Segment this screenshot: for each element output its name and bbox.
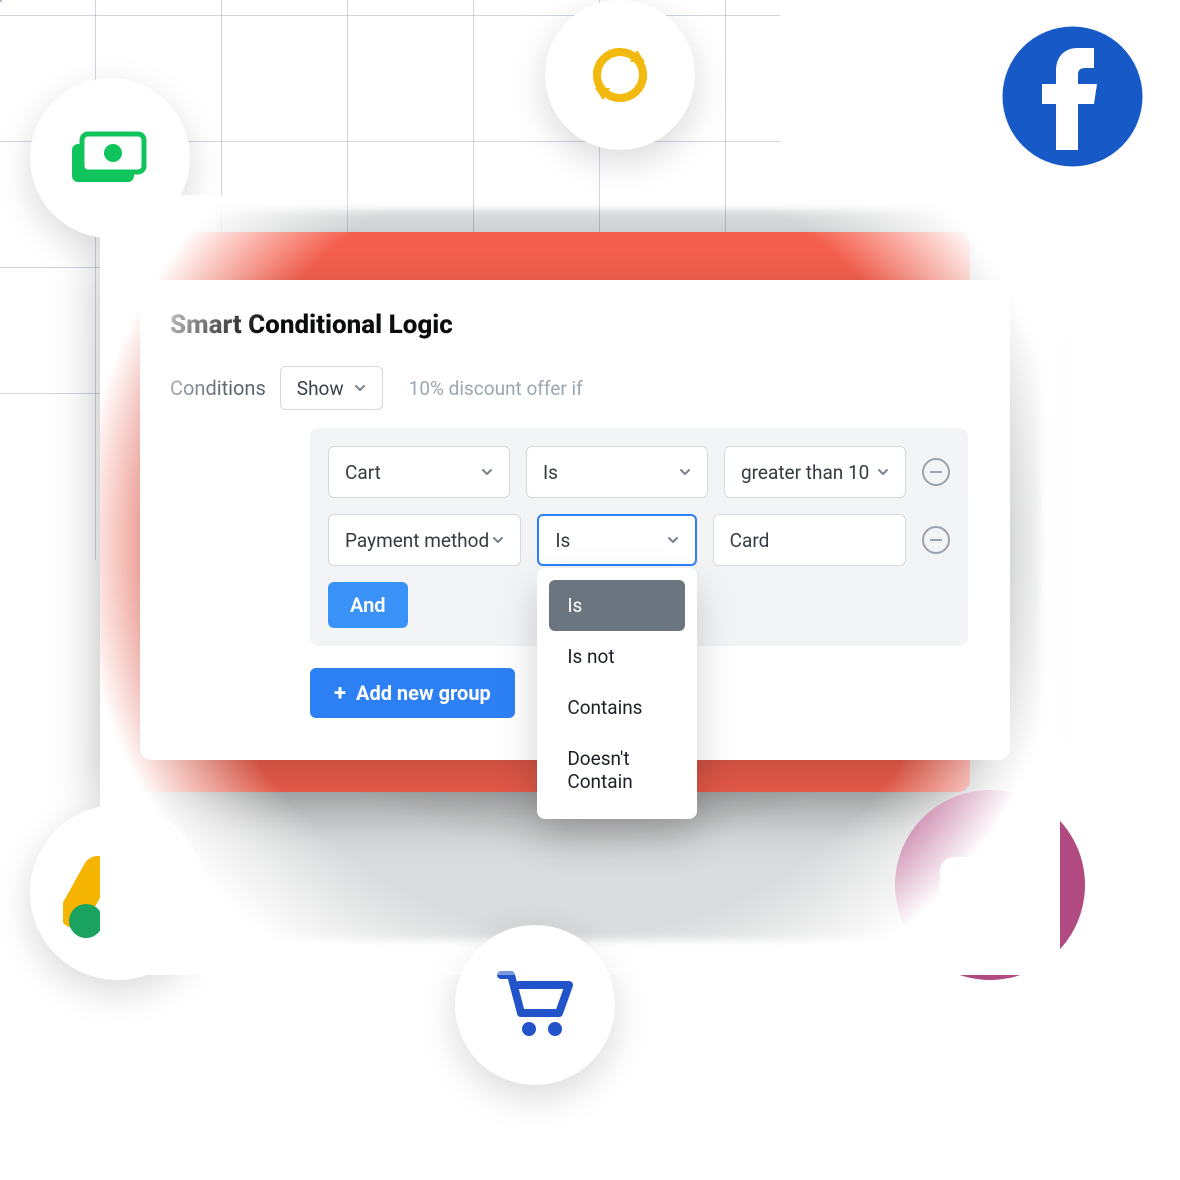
panel-title: Smart Conditional Logic	[170, 310, 968, 340]
woo-badge: Woo	[940, 857, 1040, 913]
money-integration-icon	[30, 78, 190, 238]
condition-hint: 10% discount offer if	[409, 377, 583, 400]
operator-dropdown: Is Is not Contains Doesn't Contain	[537, 568, 696, 819]
visibility-select-value: Show	[297, 377, 344, 400]
rule-value-input[interactable]: Card	[713, 514, 906, 566]
operator-option[interactable]: Contains	[549, 682, 684, 733]
rule-operator-select[interactable]: Is	[537, 514, 696, 566]
remove-rule-button[interactable]	[922, 526, 950, 554]
visibility-select[interactable]: Show	[280, 366, 383, 410]
plus-icon: +	[334, 681, 346, 706]
rule-field-select[interactable]: Cart	[328, 446, 510, 498]
rule-value-select[interactable]: greater than 10	[724, 446, 906, 498]
rule-field-select[interactable]: Payment method	[328, 514, 521, 566]
rule-row: Payment method Is Is Is not Contains Doe…	[328, 514, 950, 566]
google-ads-integration-icon	[30, 805, 205, 980]
rule-operator-select[interactable]: Is	[526, 446, 708, 498]
chevron-down-icon	[492, 534, 504, 546]
rule-row: Cart Is greater than 10	[328, 446, 950, 498]
chevron-down-icon	[481, 466, 493, 478]
conditions-label: Conditions	[170, 376, 266, 400]
sync-integration-icon	[545, 0, 695, 150]
remove-rule-button[interactable]	[922, 458, 950, 486]
woocommerce-integration-icon: Woo	[895, 790, 1085, 980]
chevron-down-icon	[877, 466, 889, 478]
chevron-down-icon	[354, 382, 366, 394]
and-button[interactable]: And	[328, 582, 408, 628]
cart-integration-icon	[455, 925, 615, 1085]
operator-option[interactable]: Is	[549, 580, 684, 631]
chevron-down-icon	[667, 534, 679, 546]
facebook-integration-icon	[1000, 24, 1145, 169]
add-group-button[interactable]: + Add new group	[310, 668, 515, 718]
conditional-logic-panel: Smart Conditional Logic Conditions Show …	[140, 280, 1010, 760]
chevron-down-icon	[679, 466, 691, 478]
operator-option[interactable]: Doesn't Contain	[549, 733, 684, 807]
operator-option[interactable]: Is not	[549, 631, 684, 682]
rules-group: Cart Is greater than 10 Payment method I…	[310, 428, 968, 646]
